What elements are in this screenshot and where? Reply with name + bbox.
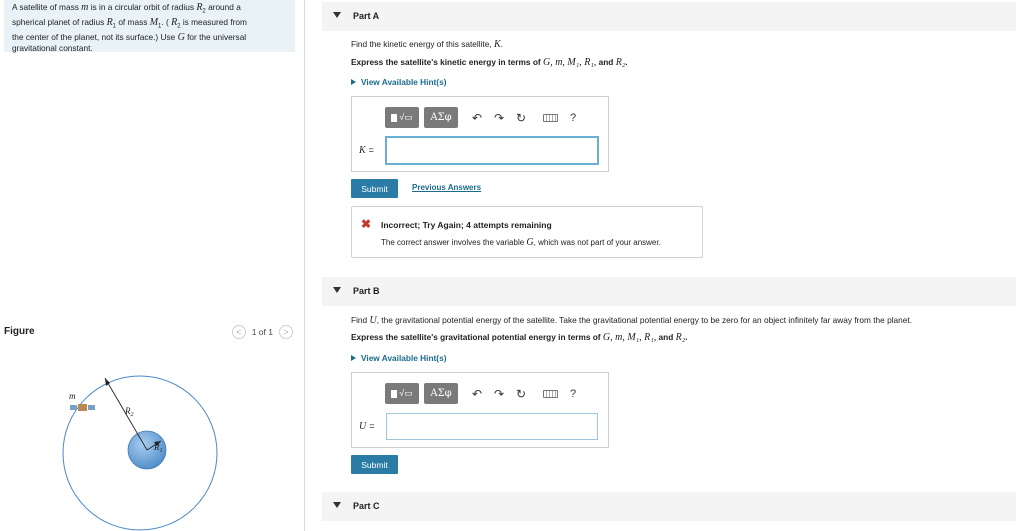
problem-statement: A satellite of mass m is in a circular o… <box>4 0 295 53</box>
problem-text: spherical planet of radius <box>12 16 107 27</box>
problem-line-1: A satellite of mass m is in a circular o… <box>12 2 287 17</box>
label-R2: R2 <box>124 406 134 418</box>
help-icon[interactable]: ? <box>566 107 580 128</box>
greek-symbols-button[interactable]: ΑΣφ <box>424 107 458 128</box>
part-b-answer-input[interactable] <box>386 413 598 440</box>
figure-pager: < 1 of 1 > <box>231 325 293 339</box>
hint-label: View Available Hint(s) <box>361 77 447 87</box>
answer-variable-label: U = <box>359 421 375 432</box>
problem-text: the center of the planet, not its surfac… <box>12 31 178 42</box>
part-b-header[interactable]: Part B <box>322 277 1016 306</box>
help-icon[interactable]: ? <box>566 383 580 404</box>
problem-line-4: gravitational constant. <box>12 42 93 53</box>
var-list: G, m, M₁, R₁, <box>602 332 657 343</box>
reset-icon[interactable]: ↻ <box>512 383 530 404</box>
var-list: G, m, M₁, R₁, <box>542 57 597 68</box>
problem-text: of mass <box>116 16 150 27</box>
template-box-icon <box>391 113 398 122</box>
part-b-question: Find U, the gravitational potential ener… <box>351 315 913 326</box>
redo-icon[interactable]: ↷ <box>490 383 508 404</box>
part-b-submit-button[interactable]: Submit <box>351 455 398 474</box>
problem-text: is measured from <box>180 16 247 27</box>
problem-text: . ( <box>161 16 172 27</box>
part-b-instruction: Express the satellite's gravitational po… <box>351 332 688 343</box>
part-a-answer-input[interactable] <box>385 136 599 165</box>
problem-line-3: the center of the planet, not its surfac… <box>12 32 287 43</box>
var-G: G <box>177 31 185 43</box>
expand-arrow-icon <box>351 355 356 361</box>
label-m: m <box>69 391 76 401</box>
answer-variable-label: K = <box>359 145 374 156</box>
templates-button[interactable]: √▭ <box>385 107 419 128</box>
problem-text: around a <box>205 2 241 12</box>
keyboard-shortcuts-button[interactable] <box>538 107 562 128</box>
var-R2: R₂ <box>615 57 626 68</box>
feedback-message: The correct answer involves the variable… <box>381 237 661 248</box>
part-b-hint-link[interactable]: View Available Hint(s) <box>351 353 446 363</box>
undo-icon[interactable]: ↶ <box>468 107 486 128</box>
collapse-chevron-icon[interactable] <box>333 12 341 18</box>
var-U: U <box>369 315 377 326</box>
figure-header: Figure < 1 of 1 > <box>4 324 295 342</box>
part-a-instruction: Express the satellite's kinetic energy i… <box>351 57 628 68</box>
part-a-submit-button[interactable]: Submit <box>351 179 398 198</box>
var-K: K <box>493 39 501 50</box>
math-toolbar: √▭ ΑΣφ ↶ ↷ ↻ ? <box>385 383 580 404</box>
expand-arrow-icon <box>351 79 356 85</box>
keyboard-icon <box>542 113 558 122</box>
collapse-chevron-icon[interactable] <box>333 287 341 293</box>
collapse-chevron-icon[interactable] <box>333 502 341 508</box>
problem-line-2: spherical planet of radius R1 of mass M1… <box>12 17 287 32</box>
part-b-answer-box: √▭ ΑΣφ ↶ ↷ ↻ ? U = <box>351 372 609 448</box>
var-R2: R₂ <box>675 332 686 343</box>
undo-icon[interactable]: ↶ <box>468 383 486 404</box>
problem-text: is in a circular orbit of radius <box>88 2 197 12</box>
part-a-answer-box: √▭ ΑΣφ ↶ ↷ ↻ ? K = <box>351 96 609 172</box>
part-c-title: Part C <box>353 501 380 511</box>
figure-label: Figure <box>4 326 35 337</box>
problem-text: A satellite of mass <box>12 2 82 12</box>
redo-icon[interactable]: ↷ <box>490 107 508 128</box>
orbit-figure: m R2 R1 <box>62 375 218 531</box>
keyboard-icon <box>542 389 558 398</box>
reset-icon[interactable]: ↻ <box>512 107 530 128</box>
sqrt-icon: √▭ <box>399 112 413 122</box>
part-c-header[interactable]: Part C <box>322 492 1016 521</box>
part-b-title: Part B <box>353 286 380 296</box>
var-M1: M <box>149 16 159 28</box>
part-a-hint-link[interactable]: View Available Hint(s) <box>351 77 446 87</box>
templates-button[interactable]: √▭ <box>385 383 419 404</box>
part-a-header[interactable]: Part A <box>322 2 1016 31</box>
keyboard-shortcuts-button[interactable] <box>538 383 562 404</box>
part-a-feedback: ✖ Incorrect; Try Again; 4 attempts remai… <box>351 206 703 258</box>
problem-panel: A satellite of mass m is in a circular o… <box>0 0 305 531</box>
sqrt-icon: √▭ <box>399 388 413 398</box>
next-figure-button[interactable]: > <box>279 325 293 339</box>
problem-text: for the universal <box>184 31 247 42</box>
pager-text: 1 of 1 <box>251 327 273 337</box>
feedback-title: Incorrect; Try Again; 4 attempts remaini… <box>381 220 552 230</box>
prev-figure-button[interactable]: < <box>231 325 246 339</box>
error-x-icon: ✖ <box>361 217 372 231</box>
part-a-title: Part A <box>353 11 380 21</box>
previous-answers-link[interactable]: Previous Answers <box>412 183 481 192</box>
part-a-question: Find the kinetic energy of this satellit… <box>351 39 503 50</box>
template-box-icon <box>391 389 398 398</box>
satellite-icon <box>70 404 95 411</box>
math-toolbar: √▭ ΑΣφ ↶ ↷ ↻ ? <box>385 107 580 128</box>
hint-label: View Available Hint(s) <box>361 353 447 363</box>
greek-symbols-button[interactable]: ΑΣφ <box>424 383 458 404</box>
var-G: G <box>526 237 534 248</box>
